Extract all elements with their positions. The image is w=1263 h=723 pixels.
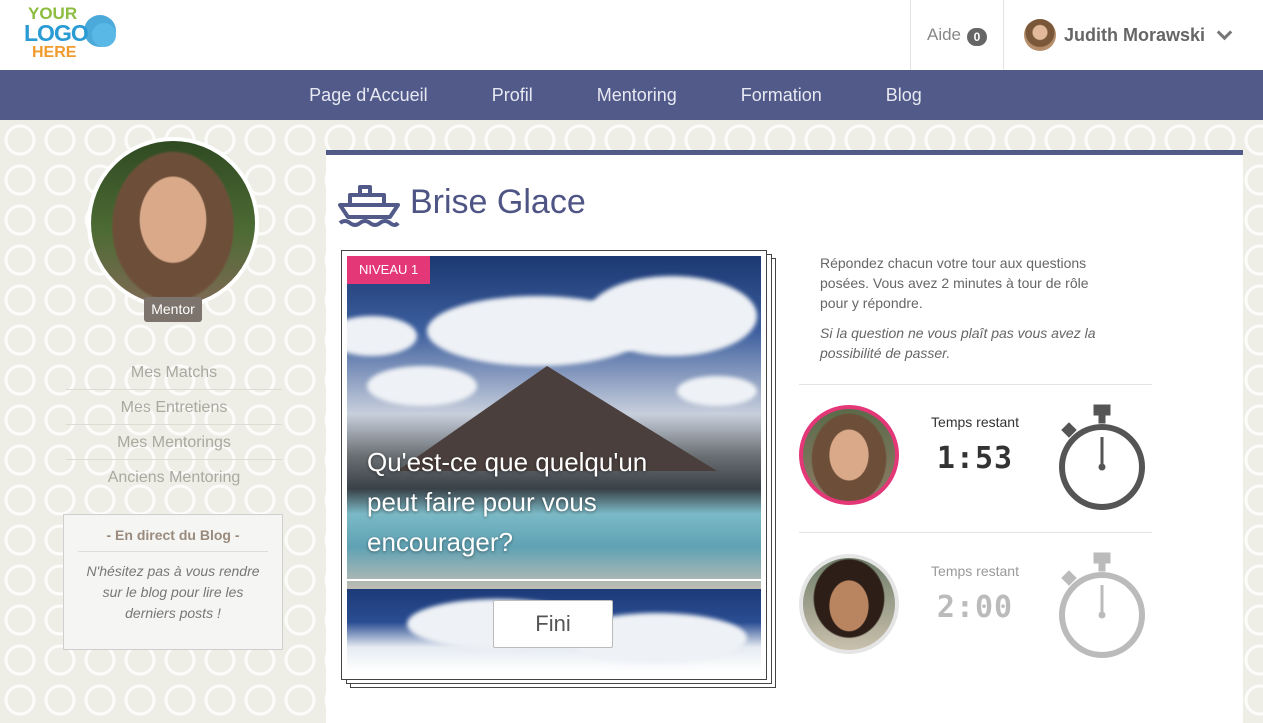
main-panel: Brise Glace NIVEAU 1 Qu'est-ce que quelq… <box>326 150 1243 723</box>
user-menu[interactable]: Judith Morawski <box>1024 0 1233 70</box>
nav-item-formation[interactable]: Formation <box>741 85 822 106</box>
main-nav: Page d'Accueil Profil Mentoring Formatio… <box>0 70 1263 120</box>
sidebar-item-mes-entretiens[interactable]: Mes Entretiens <box>66 390 282 425</box>
page-title: Brise Glace <box>410 183 586 221</box>
instructions: Répondez chacun votre tour aux questions… <box>820 253 1120 363</box>
card-background-image: NIVEAU 1 Qu'est-ce que quelqu'un peut fa… <box>347 256 761 672</box>
nav-item-profil[interactable]: Profil <box>492 85 533 106</box>
question-text: Qu'est-ce que quelqu'un peut faire pour … <box>367 447 648 557</box>
timer-label: Temps restant <box>931 414 1019 430</box>
sidebar-item-mes-mentorings[interactable]: Mes Mentorings <box>66 425 282 460</box>
sidebar-menu: Mes Matchs Mes Entretiens Mes Mentorings… <box>66 355 282 495</box>
role-badge: Mentor <box>144 297 202 322</box>
user-name: Judith Morawski <box>1064 24 1206 45</box>
timer-value: 1:53 <box>936 441 1014 476</box>
card-divider <box>347 579 761 581</box>
profile-photo[interactable] <box>87 137 259 309</box>
avatar <box>1024 19 1056 51</box>
logo-line2: LOGO <box>24 20 89 46</box>
sidebar-item-anciens-mentoring[interactable]: Anciens Mentoring <box>66 460 282 495</box>
logo-circle-inner <box>92 23 116 47</box>
help-label: Aide <box>926 25 962 44</box>
instructions-italic: Si la question ne vous plaît pas vous av… <box>820 325 1096 361</box>
nav-item-accueil[interactable]: Page d'Accueil <box>309 85 428 106</box>
nav-item-mentoring[interactable]: Mentoring <box>597 85 677 106</box>
timer-value: 2:00 <box>936 590 1014 625</box>
participant-avatar-waiting <box>799 554 899 654</box>
help-button[interactable]: Aide 0 <box>910 0 1004 70</box>
sidebar-item-mes-matchs[interactable]: Mes Matchs <box>66 355 282 390</box>
instructions-text: Répondez chacun votre tour aux questions… <box>820 255 1089 311</box>
done-button[interactable]: Fini <box>493 600 613 648</box>
level-badge: NIVEAU 1 <box>347 256 431 284</box>
chevron-down-icon[interactable] <box>1216 24 1233 40</box>
logo[interactable]: YOUR LOGO HERE <box>24 5 119 63</box>
nav-item-blog[interactable]: Blog <box>886 85 922 106</box>
timer-label: Temps restant <box>931 563 1019 579</box>
ship-icon <box>338 185 400 227</box>
stopwatch-icon <box>1059 552 1145 658</box>
divider <box>799 532 1152 533</box>
blog-box-title: - En direct du Blog - <box>78 527 268 552</box>
participant-avatar-active <box>799 405 899 505</box>
blog-box[interactable]: - En direct du Blog - N'hésitez pas à vo… <box>63 514 283 650</box>
stopwatch-icon <box>1059 404 1145 510</box>
logo-line3: HERE <box>32 44 77 61</box>
question-card: NIVEAU 1 Qu'est-ce que quelqu'un peut fa… <box>341 250 767 680</box>
blog-box-text: N'hésitez pas à vous rendre sur le blog … <box>86 563 260 621</box>
top-bar: YOUR LOGO HERE Aide 0 Judith Morawski <box>0 0 1263 70</box>
help-count-badge: 0 <box>967 27 988 46</box>
divider <box>799 384 1152 385</box>
